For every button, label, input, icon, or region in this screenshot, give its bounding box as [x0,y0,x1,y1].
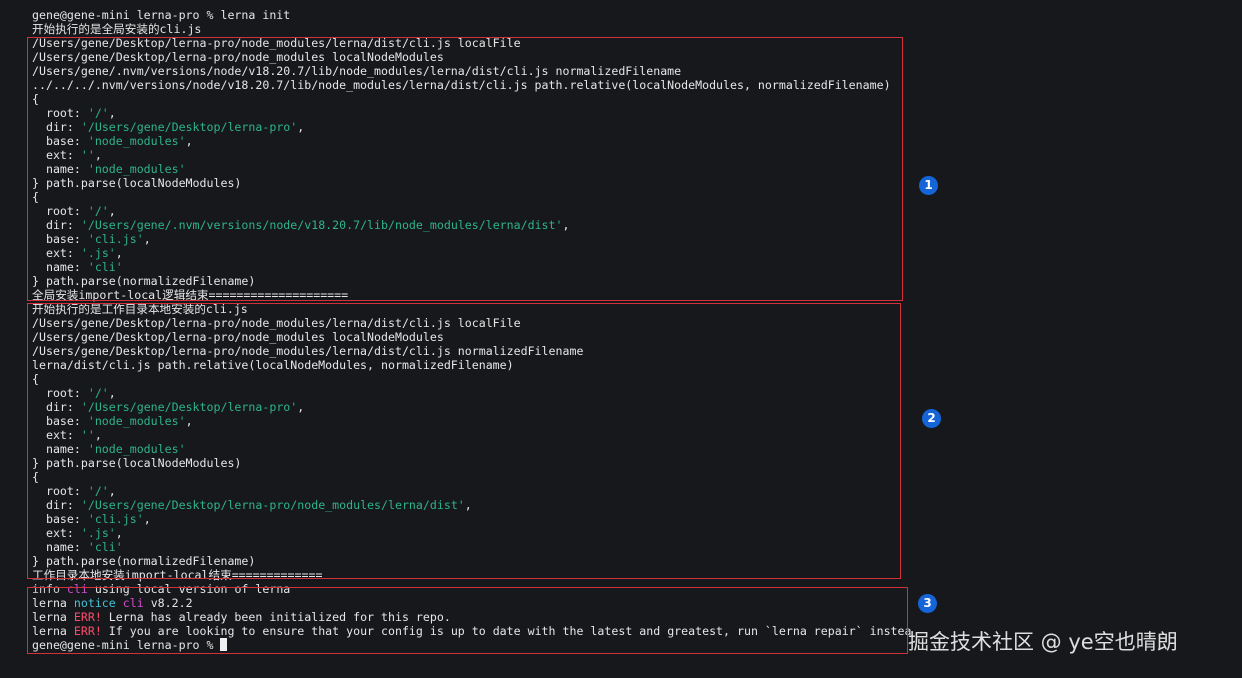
terminal-text-segment: gene@gene-mini lerna-pro % lerna init [32,8,291,22]
highlight-box-3 [27,587,908,654]
terminal-line: 开始执行的是全局安装的cli.js [32,22,912,36]
annotation-badge-3: 3 [918,594,937,613]
terminal-line: gene@gene-mini lerna-pro % lerna init [32,8,912,22]
annotation-badge-2: 2 [922,409,941,428]
terminal-text-segment: 开始执行的是全局安装的cli.js [32,22,202,36]
highlight-box-1 [27,37,903,301]
highlight-box-2 [27,303,901,579]
watermark-text: 掘金技术社区 @ ye空也晴朗 [908,630,1178,654]
annotation-badge-1: 1 [919,176,938,195]
